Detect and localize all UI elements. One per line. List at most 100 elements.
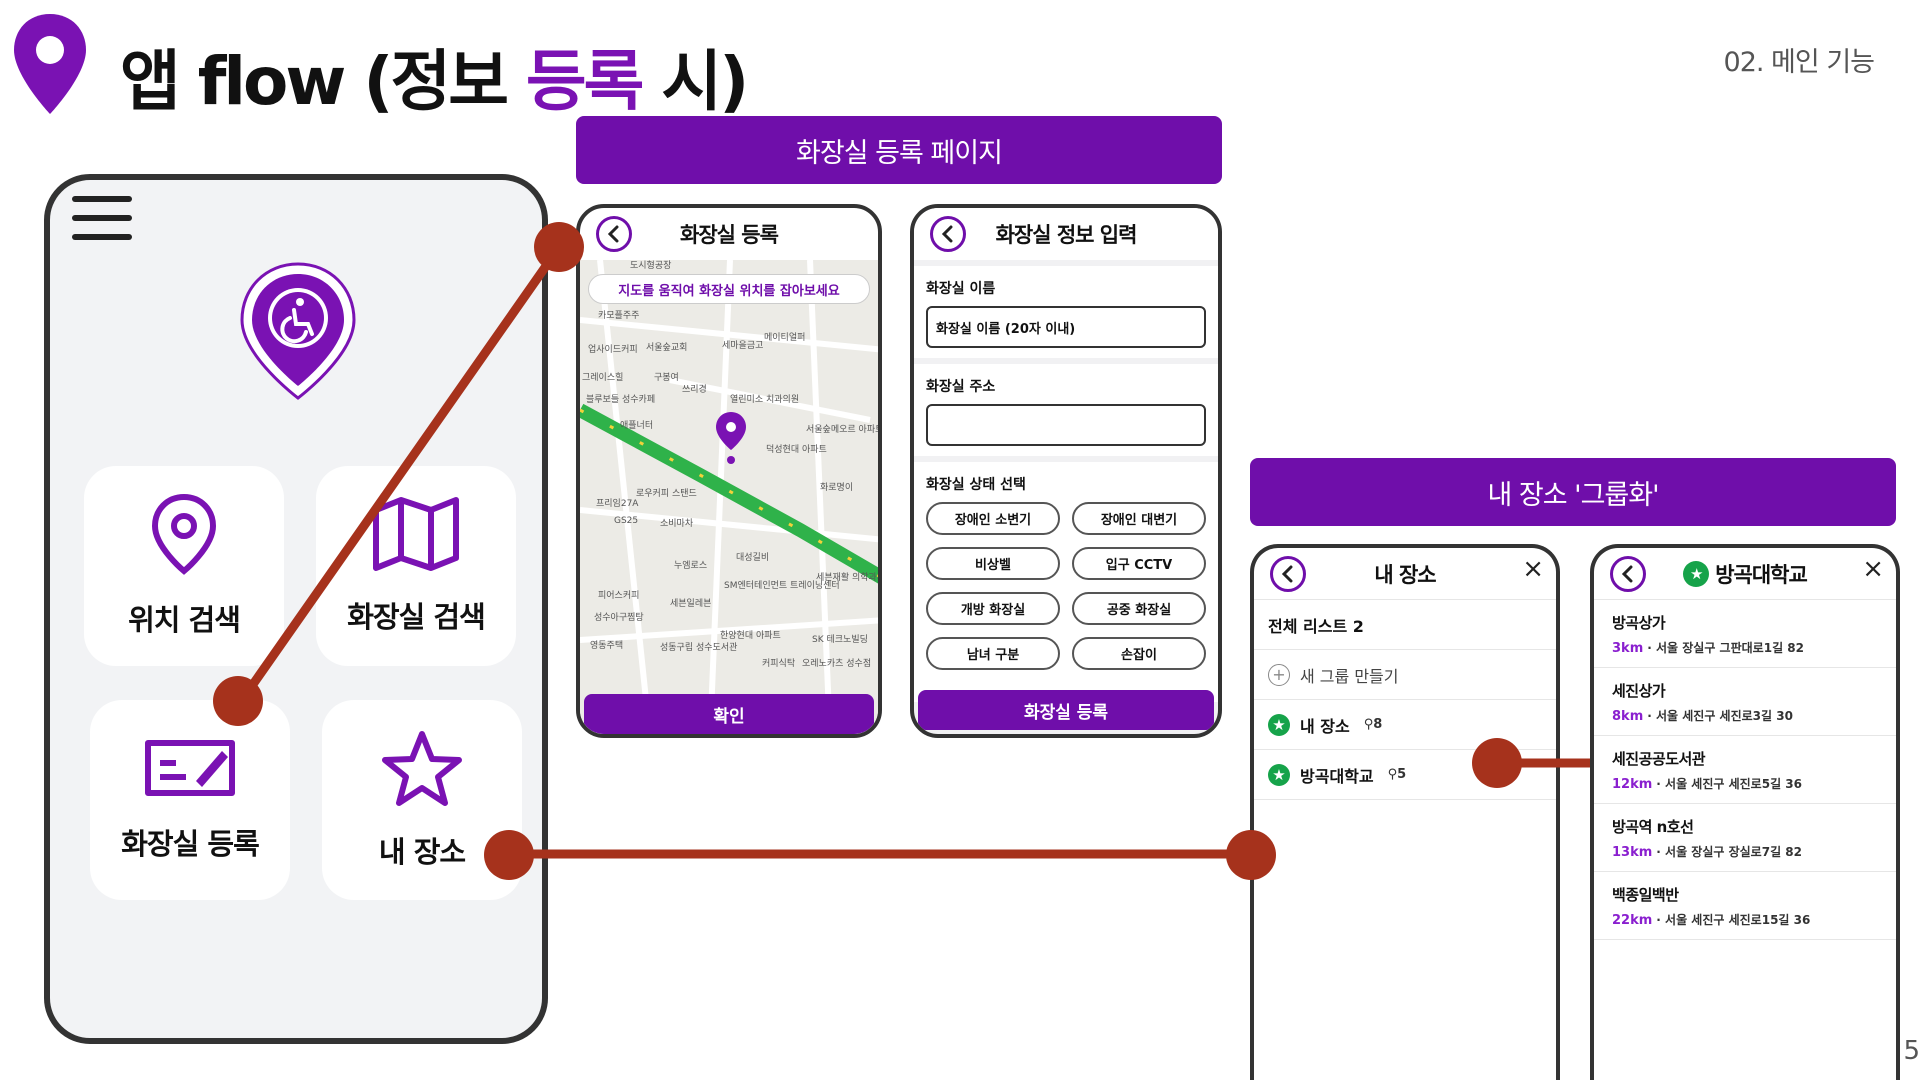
close-icon[interactable]: × (1522, 554, 1544, 584)
map-label: 누엠로스 (674, 561, 708, 571)
register-submit-button[interactable]: 화장실 등록 (918, 690, 1214, 730)
chevron-left-icon (1281, 565, 1293, 583)
place-item[interactable]: 방곡역 n호선 13km · 서울 장실구 장실로7길 82 (1594, 804, 1896, 872)
map-label: 소비마차 (660, 519, 694, 529)
location-pin-icon (151, 493, 217, 575)
map-label: 쓰리경 (682, 385, 707, 395)
nav-bar: ★ 방곡대학교 × (1594, 548, 1896, 600)
confirm-button[interactable]: 확인 (584, 694, 874, 734)
map-view[interactable]: 지도를 움직여 화장실 위치를 잡아보세요 도시형공장 카모플주주 업사이드커피… (580, 260, 878, 734)
place-distance: 12km (1612, 777, 1653, 792)
group-title: 방곡대학교 (1715, 562, 1808, 587)
new-group-label: 새 그룹 만들기 (1300, 666, 1399, 686)
back-button[interactable] (1610, 556, 1646, 592)
ticket-edit-icon (145, 740, 235, 796)
group-detail-screen: ★ 방곡대학교 × 방곡상가 3km · 서울 장실구 그판대로1길 82 세진상… (1590, 544, 1900, 1080)
place-address: 서울 세진구 세진로3길 30 (1656, 709, 1793, 723)
map-label: 세마을금고 (722, 341, 764, 351)
status-chip[interactable]: 장애인 대변기 (1072, 502, 1206, 535)
address-label: 화장실 주소 (926, 379, 996, 395)
connector-dot (534, 222, 584, 272)
status-chip[interactable]: 입구 CCTV (1072, 547, 1206, 580)
status-chip[interactable]: 손잡이 (1072, 637, 1206, 670)
connector-dot (213, 676, 263, 726)
status-section: 화장실 상태 선택 장애인 소변기 장애인 대변기 비상벨 입구 CCTV 개방… (914, 462, 1218, 702)
place-item[interactable]: 세진상가 8km · 서울 세진구 세진로3길 30 (1594, 668, 1896, 736)
star-icon: ★ (1683, 560, 1710, 587)
place-meta: 22km · 서울 세진구 세진로15길 36 (1612, 913, 1811, 928)
map-label: GS25 (614, 516, 639, 526)
toilet-name-field[interactable]: 화장실 이름 (20자 이내) (926, 306, 1206, 348)
map-label: 성동구립 성수도서관 (660, 643, 738, 653)
back-button[interactable] (1270, 556, 1306, 592)
connector-dot (1472, 738, 1522, 788)
place-item[interactable]: 세진공공도서관 12km · 서울 세진구 세진로5길 36 (1594, 736, 1896, 804)
map-marker-icon[interactable] (714, 410, 748, 466)
place-name: 백종일백반 (1612, 886, 1679, 904)
tile-label: 화장실 검색 (347, 600, 485, 634)
back-button[interactable] (596, 216, 632, 252)
status-chip[interactable]: 남녀 구분 (926, 637, 1060, 670)
star-icon: ★ (1268, 713, 1290, 736)
place-address: 서울 세진구 세진로15길 36 (1665, 913, 1811, 927)
status-chip[interactable]: 개방 화장실 (926, 592, 1060, 625)
status-chip[interactable]: 장애인 소변기 (926, 502, 1060, 535)
map-label: 피어스커피 (598, 591, 640, 601)
group-count: ⚲8 (1363, 717, 1383, 732)
accessibility-logo-icon (236, 260, 360, 404)
map-label: 카모플주주 (598, 311, 640, 321)
hamburger-menu-icon[interactable] (72, 196, 132, 240)
status-chip[interactable]: 비상벨 (926, 547, 1060, 580)
group-count-value: 5 (1397, 767, 1407, 782)
plus-icon: + (1268, 663, 1290, 686)
place-name: 방곡상가 (1612, 614, 1666, 632)
connector-dot (1226, 830, 1276, 880)
place-address: 서울 장실구 장실로7길 82 (1665, 845, 1802, 859)
close-icon[interactable]: × (1862, 554, 1884, 584)
toilet-address-field[interactable] (926, 404, 1206, 446)
status-label: 화장실 상태 선택 (926, 477, 1026, 493)
map-label: 그레이스힐 (582, 373, 624, 383)
back-button[interactable] (930, 216, 966, 252)
place-distance: 8km (1612, 709, 1644, 724)
name-section: 화장실 이름 화장실 이름 (20자 이내) (914, 266, 1218, 364)
map-label: 커피식탁 (762, 659, 796, 669)
group-count: ⚲5 (1387, 767, 1407, 782)
total-list-label: 전체 리스트 2 (1268, 616, 1364, 636)
title-accent: 등록 (525, 43, 644, 120)
map-label: 대성길비 (736, 553, 770, 563)
place-item[interactable]: 백종일백반 22km · 서울 세진구 세진로15길 36 (1594, 872, 1896, 940)
my-places-screen: 내 장소 × 전체 리스트 2 + 새 그룹 만들기 ★ 내 장소 ⚲8 ★ 방… (1250, 544, 1560, 1080)
place-address: 서울 장실구 그판대로1길 82 (1656, 641, 1804, 655)
map-label: 성수아구찜탕 (594, 613, 644, 623)
tile-label: 화장실 등록 (121, 827, 259, 861)
place-name: 세진공공도서관 (1612, 750, 1706, 768)
map-hint: 지도를 움직여 화장실 위치를 잡아보세요 (588, 274, 870, 304)
name-label: 화장실 이름 (926, 281, 996, 297)
tile-toilet-register[interactable]: 화장실 등록 (90, 700, 290, 900)
tile-location-search[interactable]: 위치 검색 (84, 466, 284, 666)
group-name: 방곡대학교 (1300, 766, 1374, 786)
brand-logo-pin-icon (10, 10, 90, 120)
place-distance: 3km (1612, 641, 1644, 656)
group-count-value: 8 (1373, 717, 1383, 732)
page-title: 앱 flow (정보 등록 시) (120, 28, 749, 124)
place-meta: 12km · 서울 세진구 세진로5길 36 (1612, 777, 1802, 792)
map-label: 프리임27A (596, 499, 639, 509)
banner-register-page: 화장실 등록 페이지 (576, 116, 1222, 184)
page-number: 5 (1903, 1036, 1920, 1066)
map-label: 영동주택 (590, 641, 624, 651)
address-section: 화장실 주소 (914, 364, 1218, 462)
status-chip[interactable]: 공중 화장실 (1072, 592, 1206, 625)
chevron-left-icon (941, 225, 953, 243)
register-screen: 화장실 등록 지도를 움직여 화장실 위치를 잡아보세요 도시형공장 카모플주주… (576, 204, 882, 738)
new-group-row[interactable]: + 새 그룹 만들기 (1254, 650, 1556, 700)
group-name: 내 장소 (1300, 716, 1350, 736)
place-distance: 13km (1612, 845, 1653, 860)
map-label: 업사이드커피 (588, 345, 638, 355)
title-prefix: 앱 flow (정보 (120, 43, 526, 120)
tile-label: 내 장소 (378, 835, 466, 869)
chevron-left-icon (607, 225, 619, 243)
tile-toilet-search[interactable]: 화장실 검색 (316, 466, 516, 666)
place-item[interactable]: 방곡상가 3km · 서울 장실구 그판대로1길 82 (1594, 600, 1896, 668)
